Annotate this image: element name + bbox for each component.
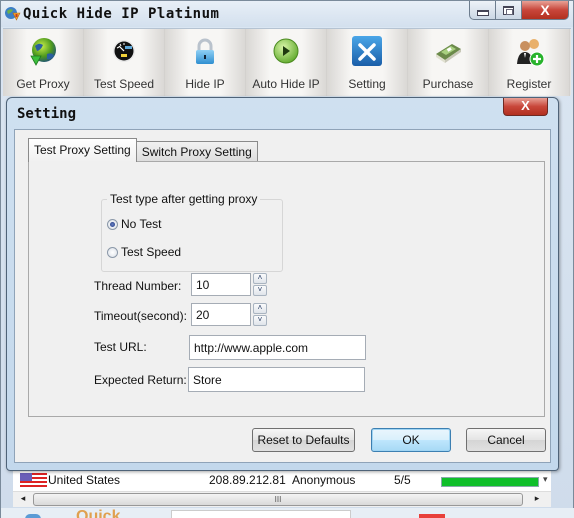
tab-bar: Test Proxy Setting Switch Proxy Setting <box>28 138 258 162</box>
dialog-title: Setting <box>17 106 77 122</box>
money-icon <box>436 44 461 63</box>
radio-unselected-icon[interactable] <box>107 246 118 258</box>
footer-globe-icon <box>25 514 41 518</box>
footer-red-badge <box>419 514 445 518</box>
close-icon: X <box>521 98 530 113</box>
scroll-right-icon[interactable]: ▸ <box>529 493 545 504</box>
speedometer-icon <box>113 40 135 62</box>
users-add-icon <box>517 39 545 67</box>
timeout-field[interactable] <box>191 303 251 326</box>
setting-dialog: Setting X Test Proxy Setting Switch Prox… <box>6 97 559 471</box>
toolbar-register[interactable]: Register <box>489 29 570 96</box>
footer-logo: Quick <box>76 508 121 518</box>
close-icon: X <box>540 2 550 18</box>
dropdown-arrow-icon[interactable]: ▾ <box>543 474 548 485</box>
thread-number-stepper: ˄ ˅ <box>253 273 267 296</box>
test-type-group: Test type after getting proxy No Test Te… <box>101 192 283 272</box>
type-cell: Anonymous <box>292 473 356 487</box>
thread-number-label: Thread Number: <box>94 279 182 293</box>
spin-down-icon[interactable]: ˅ <box>253 315 267 326</box>
speed-bar <box>441 477 539 487</box>
app-title: Quick Hide IP Platinum <box>23 6 220 22</box>
footer-box <box>171 510 351 518</box>
horizontal-scrollbar[interactable]: ◂ III ▸ <box>13 491 551 507</box>
app-logo-icon <box>5 7 21 21</box>
expected-return-field[interactable] <box>188 367 365 392</box>
score-cell: 5/5 <box>394 473 411 487</box>
toolbar-purchase[interactable]: Purchase <box>408 29 489 96</box>
toolbar-setting[interactable]: Setting <box>327 29 408 96</box>
toolbar-label: Setting <box>348 77 386 91</box>
toolbar-label: Test Speed <box>93 77 155 91</box>
toolbar-label: Register <box>506 77 552 91</box>
reset-defaults-button[interactable]: Reset to Defaults <box>252 428 355 452</box>
minimize-button[interactable] <box>469 1 496 20</box>
window-controls: X <box>469 1 569 21</box>
main-window: Quick Hide IP Platinum X Get Proxy Test … <box>0 0 574 518</box>
timeout-label: Timeout(second): <box>94 309 187 323</box>
dialog-close-button[interactable]: X <box>503 98 548 116</box>
maximize-button[interactable] <box>496 1 522 20</box>
spin-up-icon[interactable]: ˄ <box>253 273 267 284</box>
timeout-stepper: ˄ ˅ <box>253 303 267 326</box>
tab-test-proxy-setting[interactable]: Test Proxy Setting <box>28 138 137 162</box>
play-icon <box>273 38 299 64</box>
radio-selected-icon[interactable] <box>107 218 118 230</box>
scroll-left-icon[interactable]: ◂ <box>15 493 31 504</box>
country-cell: United States <box>48 473 121 487</box>
proxy-list: United States 208.89.212.81 Anonymous 5/… <box>13 471 551 491</box>
minimize-icon <box>476 10 489 16</box>
radio-label: Test Speed <box>121 245 182 259</box>
radio-no-test[interactable]: No Test <box>107 217 161 231</box>
toolbar-get-proxy[interactable]: Get Proxy <box>3 29 84 96</box>
globe-download-icon <box>30 38 56 66</box>
test-url-field[interactable] <box>189 335 366 360</box>
ok-button[interactable]: OK <box>371 428 451 452</box>
tools-icon <box>352 36 382 66</box>
ip-cell: 208.89.212.81 <box>209 473 286 487</box>
us-flag-icon <box>20 473 47 489</box>
expected-return-label: Expected Return: <box>94 373 187 387</box>
toolbar-label: Purchase <box>422 77 474 91</box>
close-button[interactable]: X <box>522 1 569 20</box>
padlock-icon <box>196 38 214 64</box>
thread-number-field[interactable] <box>191 273 251 296</box>
tab-switch-proxy-setting[interactable]: Switch Proxy Setting <box>135 141 258 162</box>
spin-down-icon[interactable]: ˅ <box>253 285 267 296</box>
toolbar-hide-ip[interactable]: Hide IP <box>165 29 246 96</box>
scroll-thumb[interactable]: III <box>33 493 523 506</box>
radio-test-speed[interactable]: Test Speed <box>107 245 181 259</box>
toolbar-label: Hide IP <box>185 77 225 91</box>
title-bar: Quick Hide IP Platinum X <box>1 1 573 27</box>
group-legend: Test type after getting proxy <box>107 192 261 206</box>
radio-label: No Test <box>121 217 162 231</box>
maximize-icon <box>503 5 514 15</box>
toolbar-label: Get Proxy <box>16 77 70 91</box>
spin-up-icon[interactable]: ˄ <box>253 303 267 314</box>
cancel-button[interactable]: Cancel <box>466 428 546 452</box>
tab-panel: Test type after getting proxy No Test Te… <box>28 161 545 417</box>
dialog-body: Test Proxy Setting Switch Proxy Setting … <box>14 129 551 463</box>
test-url-label: Test URL: <box>94 340 147 354</box>
toolbar: Get Proxy Test Speed Hide IP Auto Hide I… <box>3 28 571 96</box>
toolbar-label: Auto Hide IP <box>252 77 320 91</box>
toolbar-auto-hide-ip[interactable]: Auto Hide IP <box>246 29 327 96</box>
toolbar-test-speed[interactable]: Test Speed <box>84 29 165 96</box>
